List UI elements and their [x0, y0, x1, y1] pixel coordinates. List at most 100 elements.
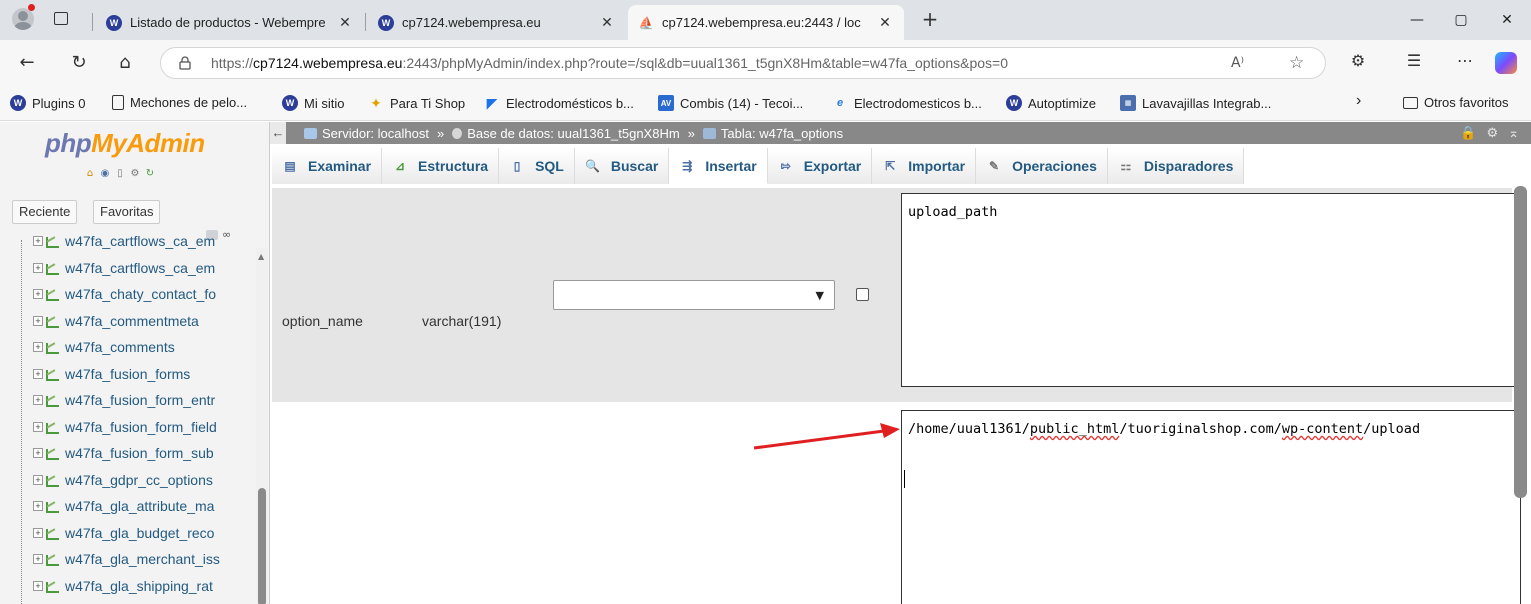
- favorite-tables-button[interactable]: Favoritas: [93, 200, 161, 224]
- profile-avatar[interactable]: [12, 8, 34, 30]
- minimize-button[interactable]: —: [1405, 9, 1429, 31]
- tree-item[interactable]: + w47fa_gla_shipping_rat: [33, 573, 257, 600]
- lock-icon[interactable]: [179, 56, 191, 70]
- browser-tab-phpmyadmin[interactable]: ⛵ cp7124.webempresa.eu:2443 / loc ✕: [628, 5, 904, 40]
- url-text[interactable]: https://cp7124.webempresa.eu:2443/phpMyA…: [211, 55, 1008, 71]
- close-icon[interactable]: ✕: [876, 14, 894, 31]
- tab-operaciones[interactable]: ✎ Operaciones: [976, 148, 1108, 184]
- tree-item[interactable]: + w47fa_chaty_contact_fo: [33, 281, 257, 308]
- expand-icon[interactable]: +: [33, 474, 43, 485]
- settings-icon[interactable]: ⚙: [129, 168, 141, 180]
- bookmark-combis[interactable]: AV Combis (14) - Tecoi...: [658, 95, 803, 111]
- restore-button[interactable]: ▢: [1449, 9, 1473, 31]
- expand-icon[interactable]: +: [33, 342, 43, 353]
- bookmark-para-ti-shop[interactable]: ✦ Para Ti Shop: [368, 95, 465, 111]
- reload-icon[interactable]: ↻: [144, 168, 156, 180]
- back-button[interactable]: ←: [14, 50, 40, 76]
- tab-insertar[interactable]: ⇶ Insertar: [669, 148, 768, 184]
- null-checkbox[interactable]: [856, 288, 869, 301]
- close-icon[interactable]: ✕: [336, 14, 354, 31]
- expand-icon[interactable]: +: [33, 395, 43, 406]
- tree-item[interactable]: + w47fa_fusion_form_entr: [33, 387, 257, 414]
- bookmark-mi-sitio[interactable]: W Mi sitio: [282, 95, 344, 111]
- tree-item[interactable]: + w47fa_comments: [33, 334, 257, 361]
- value-textarea-option-name[interactable]: upload_path: [901, 193, 1521, 387]
- gear-icon[interactable]: ⚙: [1486, 125, 1498, 141]
- tree-item[interactable]: + w47fa_cartflows_ca_em: [33, 228, 257, 255]
- expand-icon[interactable]: +: [33, 262, 43, 273]
- close-icon[interactable]: ✕: [598, 14, 616, 31]
- tree-item[interactable]: + w47fa_commentmeta: [33, 308, 257, 335]
- browser-tab-productos[interactable]: W Listado de productos - Webempre ✕: [96, 5, 364, 40]
- bookmark-plugins[interactable]: W Plugins 0: [10, 95, 85, 111]
- tree-item[interactable]: + w47fa_gla_attribute_ma: [33, 493, 257, 520]
- expand-icon[interactable]: +: [33, 580, 43, 591]
- expand-icon[interactable]: +: [33, 289, 43, 300]
- scroll-up-icon[interactable]: ▲: [258, 252, 264, 261]
- logout-icon[interactable]: ◉: [99, 168, 111, 180]
- extensions-icon[interactable]: ⚙: [1346, 51, 1370, 70]
- edge-icon: e: [836, 97, 844, 109]
- function-select[interactable]: ▼: [553, 280, 835, 310]
- lock-icon[interactable]: 🔒: [1460, 125, 1476, 141]
- bookmark-autoptimize[interactable]: W Autoptimize: [1006, 95, 1096, 111]
- tree-item[interactable]: + w47fa_gdpr_cc_options: [33, 467, 257, 494]
- favorite-star-icon[interactable]: ☆: [1289, 53, 1304, 73]
- bookmark-electrodomesticos-1[interactable]: ◤ Electrodomésticos b...: [484, 95, 634, 111]
- main-scrollbar-thumb[interactable]: [1514, 186, 1527, 498]
- bookmark-mechones[interactable]: Mechones de pelo...: [112, 95, 247, 110]
- tab-label: Listado de productos - Webempre: [130, 15, 326, 30]
- expand-icon[interactable]: +: [33, 448, 43, 459]
- bookmark-electrodomesticos-2[interactable]: e Electrodomesticos b...: [832, 95, 982, 111]
- favorites-icon[interactable]: ☰: [1402, 51, 1426, 70]
- expand-icon[interactable]: +: [33, 421, 43, 432]
- close-window-button[interactable]: ✕: [1495, 9, 1519, 31]
- tab-estructura[interactable]: ⊿ Estructura: [382, 148, 500, 184]
- scrollbar-thumb[interactable]: [258, 488, 266, 604]
- phpmyadmin-logo[interactable]: phpMyAdmin: [45, 128, 205, 159]
- breadcrumb-server[interactable]: Servidor: localhost: [322, 126, 429, 141]
- tree-item[interactable]: + w47fa_gla_budget_reco: [33, 520, 257, 547]
- tree-item[interactable]: + w47fa_fusion_forms: [33, 361, 257, 388]
- expand-icon[interactable]: +: [33, 501, 43, 512]
- tab-actions-icon[interactable]: [54, 12, 68, 25]
- browser-tab-webempresa[interactable]: W cp7124.webempresa.eu ✕: [368, 5, 626, 40]
- expand-icon[interactable]: +: [33, 554, 43, 565]
- tree-item[interactable]: + w47fa_cartflows_ca_em: [33, 255, 257, 282]
- bookmark-otros-favoritos[interactable]: Otros favoritos: [1403, 95, 1509, 110]
- bookmark-label: Otros favoritos: [1424, 95, 1509, 110]
- breadcrumb-separator: »: [687, 125, 695, 141]
- breadcrumb-table[interactable]: Tabla: w47fa_options: [721, 126, 843, 141]
- tab-examinar[interactable]: ▤ Examinar: [272, 148, 383, 184]
- copilot-icon[interactable]: [1495, 52, 1517, 74]
- reload-button[interactable]: ↻: [66, 50, 92, 76]
- tab-label: Disparadores: [1143, 158, 1234, 174]
- expand-icon[interactable]: +: [33, 527, 43, 538]
- expand-icon[interactable]: +: [33, 315, 43, 326]
- breadcrumb-database[interactable]: Base de datos: uual1361_t5gnX8Hm: [467, 126, 680, 141]
- tree-item[interactable]: + w47fa_fusion_form_sub: [33, 440, 257, 467]
- collapse-top-icon[interactable]: ⌅: [1508, 125, 1519, 141]
- expand-icon[interactable]: +: [33, 368, 43, 379]
- value-textarea-option-value[interactable]: /home/uual1361/public_html/tuoriginalsho…: [901, 410, 1521, 604]
- tab-sql[interactable]: ▯ SQL: [499, 148, 575, 184]
- navigation-scrollbar[interactable]: ▲: [256, 248, 268, 604]
- bookmarks-more-button[interactable]: ›: [1356, 92, 1361, 110]
- tree-item[interactable]: + w47fa_gla_merchant_iss: [33, 546, 257, 573]
- address-bar[interactable]: https://cp7124.webempresa.eu:2443/phpMyA…: [160, 47, 1326, 79]
- tab-importar[interactable]: ⇱ Importar: [872, 148, 977, 184]
- home-button[interactable]: ⌂: [112, 50, 138, 76]
- tree-item[interactable]: + w47fa_fusion_form_field: [33, 414, 257, 441]
- tab-exportar[interactable]: ⇰ Exportar: [767, 148, 873, 184]
- recent-tables-button[interactable]: Reciente: [12, 200, 78, 224]
- expand-icon[interactable]: +: [33, 236, 43, 247]
- tab-buscar[interactable]: 🔍 Buscar: [574, 148, 670, 184]
- more-menu-icon[interactable]: ⋯: [1453, 51, 1477, 70]
- collapse-navigation-icon[interactable]: ←: [270, 122, 286, 144]
- read-aloud-icon[interactable]: A⁾: [1231, 55, 1244, 71]
- docs-icon[interactable]: ▯: [114, 168, 126, 180]
- new-tab-button[interactable]: +: [918, 8, 942, 32]
- tab-disparadores[interactable]: ⚏ Disparadores: [1107, 148, 1245, 184]
- home-icon[interactable]: ⌂: [84, 168, 96, 180]
- bookmark-lavavajillas[interactable]: ▦ Lavavajillas Integrab...: [1120, 95, 1271, 111]
